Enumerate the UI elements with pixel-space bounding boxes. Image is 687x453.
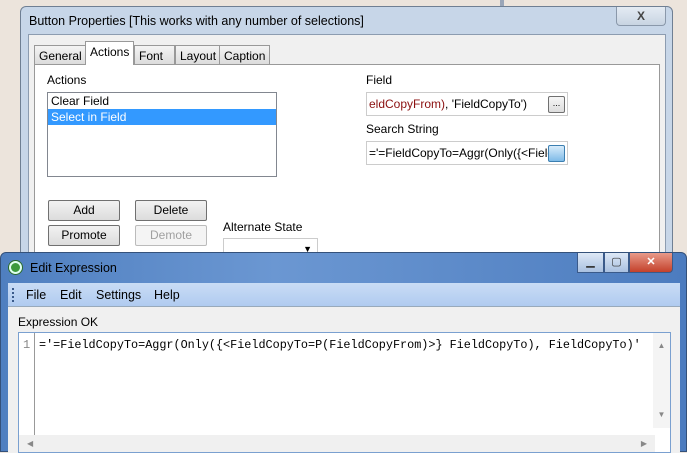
list-item[interactable]: Clear Field — [48, 93, 276, 109]
expression-editor[interactable]: 1 ='=FieldCopyTo=Aggr(Only({<FieldCopyTo… — [18, 332, 671, 453]
search-string-input[interactable]: ='=FieldCopyTo=Aggr(Only({<Field — [366, 141, 568, 165]
field-value-part: , 'FieldCopyTo') — [445, 97, 527, 111]
edit-expression-window: Edit Expression ▁ ▢ ✕ File Edit Settings… — [0, 252, 687, 453]
scroll-up-icon[interactable]: ▲ — [653, 341, 670, 350]
actions-panel: Actions Clear Field Select in Field Fiel… — [34, 64, 660, 279]
promote-button[interactable]: Promote — [48, 225, 120, 246]
search-browse-button[interactable] — [548, 145, 565, 162]
field-input[interactable]: eldCopyFrom), 'FieldCopyTo') ... — [366, 92, 568, 116]
add-button[interactable]: Add — [48, 200, 120, 221]
field-value-part: eldCopyFrom) — [369, 97, 446, 111]
search-string-value: ='=FieldCopyTo=Aggr(Only({<Field — [369, 146, 555, 160]
qlik-logo-icon — [9, 261, 22, 274]
close-button[interactable]: X — [616, 7, 666, 26]
horizontal-scrollbar[interactable]: ◀ ▶ — [19, 435, 655, 452]
tab-layout[interactable]: Layout — [175, 45, 222, 64]
alternate-state-label: Alternate State — [223, 220, 303, 234]
maximize-button[interactable]: ▢ — [604, 253, 629, 273]
field-browse-button[interactable]: ... — [548, 96, 565, 113]
grip-icon — [12, 288, 14, 302]
field-label: Field — [366, 73, 393, 87]
button-properties-dialog: Button Properties [This works with any n… — [20, 6, 673, 279]
menu-bar: File Edit Settings Help — [8, 283, 680, 307]
tab-general[interactable]: General — [34, 45, 87, 64]
close-button[interactable]: ✕ — [629, 253, 673, 273]
list-item-selected[interactable]: Select in Field — [48, 109, 276, 125]
menu-file[interactable]: File — [26, 288, 46, 302]
scroll-down-icon[interactable]: ▼ — [653, 410, 670, 419]
actions-label: Actions — [47, 73, 87, 87]
search-string-label: Search String — [366, 122, 439, 136]
dialog-title: Button Properties [This works with any n… — [29, 14, 364, 28]
expression-status: Expression OK — [18, 315, 99, 329]
expression-code[interactable]: ='=FieldCopyTo=Aggr(Only({<FieldCopyTo=P… — [39, 338, 641, 352]
actions-list[interactable]: Clear Field Select in Field — [47, 92, 277, 177]
menu-help[interactable]: Help — [154, 288, 180, 302]
vertical-scrollbar[interactable]: ▲ ▼ — [653, 333, 670, 428]
tab-font[interactable]: Font — [134, 45, 175, 64]
window-body: File Edit Settings Help Expression OK 1 … — [8, 283, 680, 453]
menu-edit[interactable]: Edit — [60, 288, 82, 302]
dialog-body: General Actions Font Layout Caption Acti… — [28, 34, 666, 279]
minimize-button[interactable]: ▁ — [577, 253, 604, 273]
menu-settings[interactable]: Settings — [96, 288, 141, 302]
window-title: Edit Expression — [30, 261, 117, 275]
demote-button: Demote — [135, 225, 207, 246]
tab-caption[interactable]: Caption — [219, 45, 271, 64]
delete-button[interactable]: Delete — [135, 200, 207, 221]
tab-actions[interactable]: Actions — [85, 41, 135, 65]
